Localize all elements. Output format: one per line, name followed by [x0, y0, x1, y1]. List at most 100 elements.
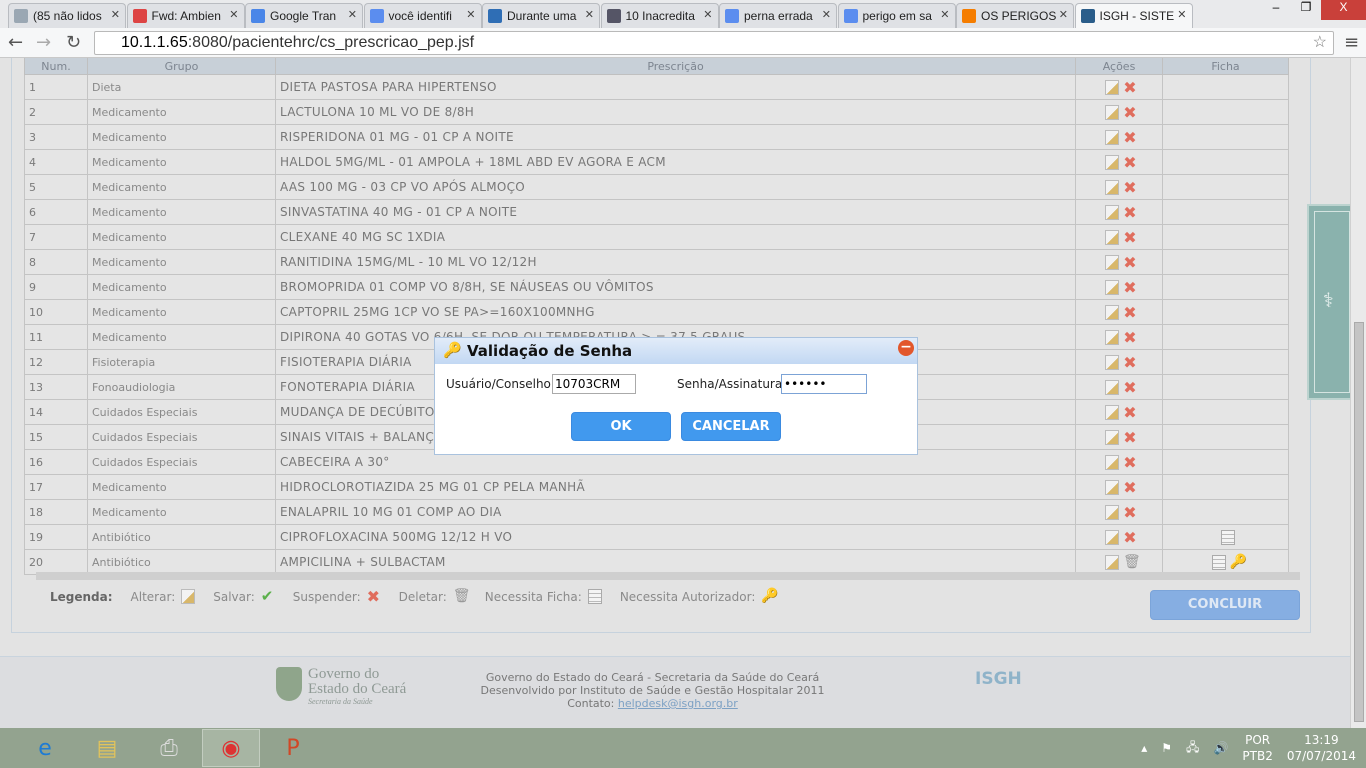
helpdesk-link[interactable]: helpdesk@isgh.org.br — [618, 697, 738, 710]
tab-close-icon[interactable]: ✕ — [466, 8, 475, 21]
browser-tab[interactable]: perigo em sa ✕ — [837, 3, 956, 28]
edit-icon[interactable] — [1105, 204, 1119, 220]
suspend-icon[interactable]: ✖ — [1123, 154, 1137, 170]
ie-icon[interactable]: e — [16, 729, 74, 767]
star-icon[interactable]: ☆ — [1313, 32, 1327, 52]
edit-icon[interactable] — [1105, 179, 1119, 195]
network-icon[interactable]: 🖧 — [1186, 738, 1199, 759]
edit-icon[interactable] — [1105, 329, 1119, 345]
suspend-icon[interactable]: ✖ — [1123, 354, 1137, 370]
cancel-button[interactable]: CANCELAR — [681, 412, 781, 441]
suspend-icon[interactable]: ✖ — [1123, 129, 1137, 145]
suspend-icon[interactable]: ✖ — [1123, 204, 1137, 220]
browser-tab[interactable]: perna errada ✕ — [719, 3, 837, 28]
edit-icon[interactable] — [1105, 154, 1119, 170]
cell-ficha — [1162, 274, 1289, 300]
suspend-icon[interactable]: ✖ — [1123, 104, 1137, 120]
edit-icon[interactable] — [1105, 379, 1119, 395]
edit-icon[interactable] — [1105, 304, 1119, 320]
cell-acoes: ✖ — [1075, 349, 1163, 375]
chrome-icon[interactable]: ◉ — [202, 729, 260, 767]
edit-icon[interactable] — [1105, 279, 1119, 295]
edit-icon[interactable] — [1105, 454, 1119, 470]
restore-button[interactable]: ❐ — [1291, 0, 1321, 20]
edit-icon[interactable] — [1105, 354, 1119, 370]
dialog-close-icon[interactable]: − — [898, 340, 914, 356]
suspend-icon[interactable]: ✖ — [1123, 229, 1137, 245]
browser-tab[interactable]: (85 não lidos ✕ — [8, 3, 126, 28]
edit-icon[interactable] — [1105, 554, 1119, 570]
edit-icon[interactable] — [1105, 429, 1119, 445]
tab-close-icon[interactable]: ✕ — [940, 8, 949, 21]
powerpoint-icon[interactable]: P — [264, 729, 322, 767]
table-row: 1 Dieta DIETA PASTOSA PARA HIPERTENSO ✖ — [24, 74, 1289, 100]
cell-prescricao: SINVASTATINA 40 MG - 01 CP A NOITE — [275, 199, 1076, 225]
clock[interactable]: 13:19 07/07/2014 — [1287, 732, 1356, 764]
language-indicator[interactable]: POR PTB2 — [1242, 732, 1272, 764]
action-center-flag-icon[interactable]: ⚑ — [1161, 741, 1172, 755]
suspend-icon[interactable]: ✖ — [1123, 379, 1137, 395]
forward-icon[interactable]: → — [36, 32, 51, 53]
explorer-icon[interactable]: ▤ — [78, 729, 136, 767]
scrollbar-thumb[interactable] — [1354, 322, 1364, 722]
suspend-icon[interactable]: ✖ — [1123, 429, 1137, 445]
suspend-icon[interactable]: ✖ — [1123, 179, 1137, 195]
suspend-icon[interactable]: ✖ — [1123, 454, 1137, 470]
address-bar[interactable]: 10.1.1.65:8080/pacientehrc/cs_prescricao… — [94, 31, 1334, 55]
browser-tab[interactable]: você identifi ✕ — [363, 3, 482, 28]
tab-close-icon[interactable]: ✕ — [585, 8, 594, 21]
browser-tab[interactable]: Fwd: Ambien ✕ — [126, 3, 245, 28]
edit-icon[interactable] — [1105, 229, 1119, 245]
edit-icon[interactable] — [1105, 529, 1119, 545]
password-input[interactable]: •••••• — [781, 374, 867, 394]
side-panel-tab[interactable]: ⚕ — [1307, 204, 1352, 400]
ficha-icon[interactable] — [1220, 529, 1235, 545]
suspend-icon[interactable]: ✖ — [1123, 479, 1137, 495]
browser-tab[interactable]: Durante uma ✕ — [482, 3, 600, 28]
suspend-icon[interactable]: ✖ — [1123, 329, 1137, 345]
close-window-button[interactable]: X — [1321, 0, 1366, 20]
tab-close-icon[interactable]: ✕ — [1059, 8, 1068, 21]
suspend-icon[interactable]: ✖ — [1123, 304, 1137, 320]
browser-tab[interactable]: 10 Inacredita ✕ — [600, 3, 719, 28]
browser-tab[interactable]: OS PERIGOS ✕ — [956, 3, 1074, 28]
volume-icon[interactable]: 🔊 — [1213, 741, 1228, 755]
edit-icon[interactable] — [1105, 104, 1119, 120]
tab-close-icon[interactable]: ✕ — [229, 8, 238, 21]
legend-label: Necessita Autorizador: — [619, 589, 756, 604]
back-icon[interactable]: ← — [8, 32, 23, 53]
suspend-icon[interactable]: ✖ — [1123, 254, 1137, 270]
tab-close-icon[interactable]: ✕ — [822, 8, 831, 21]
tab-close-icon[interactable]: ✕ — [348, 8, 357, 21]
browser-tab[interactable]: Google Tran ✕ — [245, 3, 363, 28]
ok-button[interactable]: OK — [571, 412, 671, 441]
user-input[interactable]: 10703CRM — [552, 374, 636, 394]
edit-icon[interactable] — [1105, 79, 1119, 95]
cell-grupo: Cuidados Especiais — [87, 449, 276, 475]
tab-close-icon[interactable]: ✕ — [1177, 8, 1186, 21]
concluir-button[interactable]: CONCLUIR — [1150, 590, 1300, 620]
key-icon[interactable]: 🔑 — [1230, 554, 1247, 570]
edit-icon[interactable] — [1105, 404, 1119, 420]
suspend-icon[interactable]: ✖ — [1123, 504, 1137, 520]
tray-expand-icon[interactable]: ▴ — [1141, 741, 1147, 755]
scrollbar[interactable] — [1350, 58, 1366, 728]
edit-icon[interactable] — [1105, 129, 1119, 145]
edit-icon[interactable] — [1105, 479, 1119, 495]
menu-icon[interactable]: ≡ — [1344, 32, 1359, 53]
suspend-icon[interactable]: ✖ — [1123, 404, 1137, 420]
suspend-icon[interactable]: ✖ — [1123, 279, 1137, 295]
suspend-icon[interactable]: ✖ — [1123, 529, 1137, 545]
delete-icon[interactable]: 🗑 — [1123, 554, 1141, 570]
reload-icon[interactable]: ↻ — [66, 32, 81, 53]
suspend-icon[interactable]: ✖ — [1123, 79, 1137, 95]
ficha-icon[interactable] — [1211, 554, 1226, 570]
edit-icon[interactable] — [1105, 254, 1119, 270]
cell-num: 18 — [24, 499, 88, 525]
tab-close-icon[interactable]: ✕ — [111, 8, 120, 21]
scanner-icon[interactable]: ⎙ — [140, 729, 198, 767]
browser-tab[interactable]: ISGH - SISTE ✕ — [1074, 3, 1193, 28]
tab-close-icon[interactable]: ✕ — [703, 8, 712, 21]
minimize-button[interactable]: ‒ — [1261, 0, 1291, 20]
edit-icon[interactable] — [1105, 504, 1119, 520]
